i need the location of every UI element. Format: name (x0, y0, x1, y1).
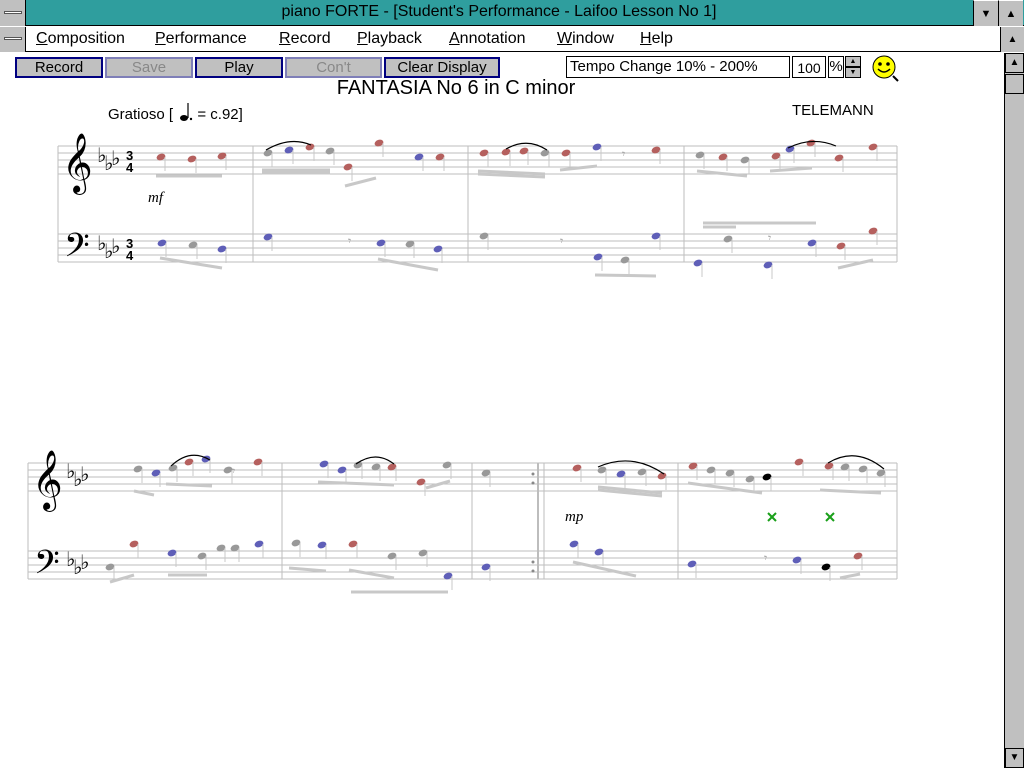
toolbar: Record Save Play Con't Clear Display Tem… (0, 53, 1004, 80)
rest-icon: 𝄾 (232, 464, 235, 478)
beam (159, 256, 223, 270)
document-menu-button[interactable] (0, 27, 26, 52)
rest-icon: 𝄾 (764, 551, 767, 565)
menu-window[interactable]: Window (557, 30, 614, 48)
repeat-dot (531, 481, 535, 485)
tempo-change-label: Tempo Change 10% - 200% (566, 56, 790, 78)
rest-icon: 𝄾 (768, 231, 771, 245)
system-menu-button[interactable] (0, 0, 26, 26)
menu-record[interactable]: Record (279, 30, 331, 48)
bass-clef-icon: 𝄢 (64, 227, 90, 273)
title-bar: piano FORTE - [Student's Performance - L… (0, 0, 1024, 26)
scroll-down-icon[interactable]: ▼ (1005, 748, 1024, 768)
beam (572, 560, 637, 578)
continue-button[interactable]: Con't (285, 57, 382, 78)
vertical-scrollbar[interactable]: ▲ ▼ (1004, 53, 1024, 768)
minimize-button[interactable]: ▼ (973, 0, 998, 26)
window-title: piano FORTE - [Student's Performance - L… (281, 3, 717, 20)
menu-performance[interactable]: Performance (155, 30, 247, 48)
beam (344, 176, 377, 188)
beam (594, 273, 657, 278)
beam (348, 568, 395, 580)
menu-composition[interactable]: Composition (36, 30, 125, 48)
treble-clef-icon: 𝄞 (62, 133, 93, 195)
repeat-dot (531, 560, 535, 564)
flat-icon: ♭ (80, 550, 89, 574)
bass-clef-icon: 𝄢 (34, 544, 60, 590)
flat-icon: ♭ (80, 462, 89, 486)
beam (819, 488, 882, 495)
maximize-button[interactable]: ▲ (998, 0, 1023, 26)
menu-playback[interactable]: Playback (357, 30, 422, 48)
save-button[interactable]: Save (105, 57, 193, 78)
scroll-up-icon[interactable]: ▲ (1005, 53, 1024, 73)
menu-bar: Composition Performance Record Playback … (0, 27, 1024, 52)
marks: 𝄾 𝄾 𝄾 𝄾 𝄾 𝄾 (170, 140, 885, 565)
percent-label: % (828, 56, 844, 78)
record-button[interactable]: Record (15, 57, 103, 78)
repeat-dot (531, 569, 535, 573)
beam (839, 572, 861, 580)
beam (133, 489, 155, 497)
time-sig-bottom: 4 (126, 160, 134, 175)
beam (288, 566, 327, 573)
beam (769, 166, 813, 173)
rest-icon: 𝄾 (348, 234, 351, 248)
beam (837, 258, 874, 270)
restore-document-button[interactable]: ▲ (1000, 27, 1024, 52)
beams (109, 164, 882, 594)
clear-display-button[interactable]: Clear Display (384, 57, 500, 78)
menu-annotation[interactable]: Annotation (449, 30, 526, 48)
repeat-dot (531, 472, 535, 476)
tempo-value-input[interactable]: 100 (792, 56, 826, 78)
staff-lines (28, 145, 897, 580)
tempo-up-icon[interactable]: ▲ (845, 56, 861, 67)
time-sig-bottom: 4 (126, 248, 134, 263)
notes (105, 139, 886, 590)
scroll-thumb[interactable] (1005, 74, 1024, 94)
slur (827, 455, 885, 470)
barlines (27, 146, 898, 579)
music-score: 𝄞 𝄢 𝄞 𝄢 ♭ ♭ ♭ ♭ ♭ ♭ ♭ ♭ ♭ ♭ ♭ ♭ 3 4 3 4 … (27, 133, 898, 594)
flat-icon: ♭ (111, 234, 120, 258)
menu-help[interactable]: Help (640, 30, 673, 48)
flat-icon: ♭ (111, 146, 120, 170)
beam (377, 257, 439, 272)
rest-icon: 𝄾 (622, 147, 625, 161)
beam (317, 480, 395, 487)
treble-clef-icon: 𝄞 (32, 450, 63, 512)
play-button[interactable]: Play (195, 57, 283, 78)
app-window: piano FORTE - [Student's Performance - L… (0, 0, 1024, 768)
beam (165, 482, 213, 488)
rest-icon: 𝄾 (560, 234, 563, 248)
clefs: 𝄞 𝄢 𝄞 𝄢 ♭ ♭ ♭ ♭ ♭ ♭ ♭ ♭ ♭ ♭ ♭ ♭ 3 4 3 4 (32, 133, 134, 590)
